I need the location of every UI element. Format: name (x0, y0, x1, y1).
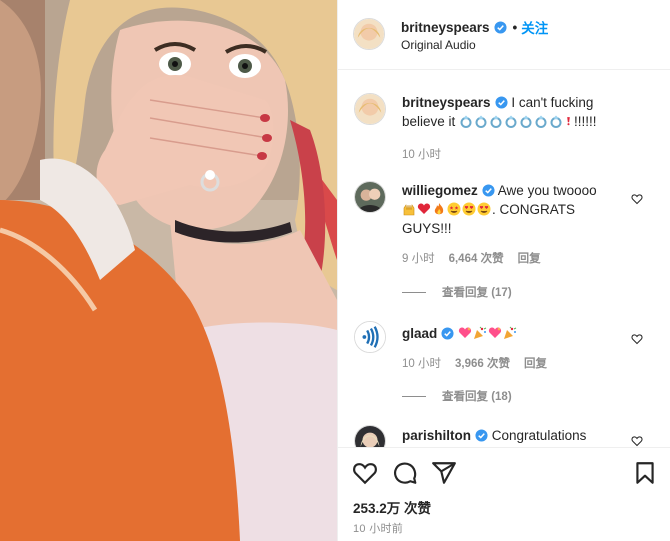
heart-eyes-icon (477, 202, 491, 216)
ring-icon (460, 115, 472, 128)
view-replies-label[interactable]: 查看回复 (18) (442, 388, 512, 404)
comment-username-text[interactable]: glaad (402, 324, 437, 343)
comment-suffix: !!!!!! (574, 114, 597, 129)
comment-meta: 10 小时 (402, 146, 441, 162)
comment-meta: 10 小时 3,966 次赞 回复 (402, 355, 547, 371)
comment-text: williegomez Awe you twoooo . CONGRATS GU… (402, 181, 622, 238)
instagram-post-window: britneyspears • 关注 Original Audio britne… (0, 0, 670, 541)
like-icon[interactable] (352, 460, 378, 486)
verified-badge-icon (475, 429, 488, 442)
comment-time[interactable]: 9 小时 (402, 250, 435, 266)
comment-text: parishilton Congratulations (402, 426, 622, 445)
red-heart-icon (417, 203, 431, 214)
comment-username-text[interactable]: britneyspears (402, 93, 491, 112)
like-comment-icon[interactable] (631, 435, 643, 447)
comment-username[interactable]: williegomez (402, 181, 495, 200)
star-struck-icon (447, 202, 461, 216)
post-header: britneyspears • 关注 Original Audio (338, 0, 670, 70)
party-popper-icon (504, 326, 517, 339)
ring-icon (475, 115, 487, 128)
avatar-image (354, 19, 384, 49)
comment-username-text[interactable]: parishilton (402, 426, 471, 445)
comment-time[interactable]: 10 小时 (402, 146, 441, 162)
comments-list[interactable]: britneyspears I can't fucking believe it… (338, 71, 670, 447)
share-icon[interactable] (431, 460, 457, 486)
post-actions: 253.2万 次赞 10 小时前 (338, 447, 670, 541)
ring-icon (550, 115, 562, 128)
comment-time[interactable]: 10 小时 (402, 355, 441, 371)
ring-icon (505, 115, 517, 128)
emoji-row (402, 202, 492, 217)
avatar-image (355, 426, 385, 447)
avatar[interactable] (354, 321, 386, 353)
comment-likes[interactable]: 3,966 次赞 (455, 355, 510, 371)
comment-text: glaad (402, 324, 622, 343)
view-replies-button[interactable]: 查看回复 (18) (402, 388, 512, 404)
avatar[interactable] (353, 18, 385, 50)
emoji-row (458, 326, 518, 341)
comment-text: britneyspears I can't fucking believe it… (402, 93, 622, 131)
comment-username[interactable]: britneyspears (402, 93, 508, 112)
ring-icon (490, 115, 502, 128)
divider (402, 395, 426, 397)
comment-message: Congratulations (491, 428, 587, 443)
divider (402, 291, 426, 293)
comment-username[interactable]: parishilton (402, 426, 488, 445)
comment-message: Awe you twoooo (497, 183, 597, 198)
comment-icon[interactable] (392, 460, 418, 486)
bookmark-icon[interactable] (632, 460, 658, 486)
exclamation-icon (567, 117, 570, 126)
like-comment-icon[interactable] (631, 333, 643, 345)
like-comment-icon[interactable] (631, 193, 643, 205)
sparkling-heart-icon (458, 327, 472, 338)
reply-button[interactable]: 回复 (524, 355, 547, 371)
ring-icon (520, 115, 532, 128)
avatar-image (355, 182, 385, 212)
verified-badge-icon (494, 20, 507, 34)
ring-icon (535, 115, 547, 128)
avatar[interactable] (354, 425, 386, 447)
post-time[interactable]: 10 小时前 (353, 520, 403, 536)
emoji-row (459, 114, 574, 129)
avatar[interactable] (354, 181, 386, 213)
header-username-row: britneyspears • 关注 (401, 17, 548, 37)
comment-username[interactable]: glaad (402, 324, 454, 343)
avatar-image (355, 322, 385, 352)
view-replies-label[interactable]: 查看回复 (17) (442, 284, 512, 300)
separator-dot: • (512, 19, 518, 35)
raised-hands-icon (403, 204, 415, 216)
username-link[interactable]: britneyspears (401, 20, 490, 35)
avatar[interactable] (354, 93, 386, 125)
comment-username-text[interactable]: williegomez (402, 181, 478, 200)
reply-button[interactable]: 回复 (518, 250, 541, 266)
party-popper-icon (474, 326, 487, 339)
sparkling-heart-icon (488, 327, 502, 338)
view-replies-button[interactable]: 查看回复 (17) (402, 284, 512, 300)
post-video[interactable] (0, 0, 337, 541)
follow-button[interactable]: 关注 (521, 17, 548, 37)
heart-eyes-icon (462, 202, 476, 216)
audio-link[interactable]: Original Audio (401, 38, 476, 52)
avatar-image (355, 94, 385, 124)
comment-meta: 9 小时 6,464 次赞 回复 (402, 250, 541, 266)
verified-badge-icon (495, 96, 508, 109)
post-sidebar: britneyspears • 关注 Original Audio britne… (337, 0, 670, 541)
verified-badge-icon (482, 184, 495, 197)
fire-icon (434, 203, 444, 215)
likes-count[interactable]: 253.2万 次赞 (353, 497, 431, 517)
comment-likes[interactable]: 6,464 次赞 (449, 250, 504, 266)
verified-badge-icon (441, 327, 454, 340)
video-frame-image (0, 0, 337, 541)
